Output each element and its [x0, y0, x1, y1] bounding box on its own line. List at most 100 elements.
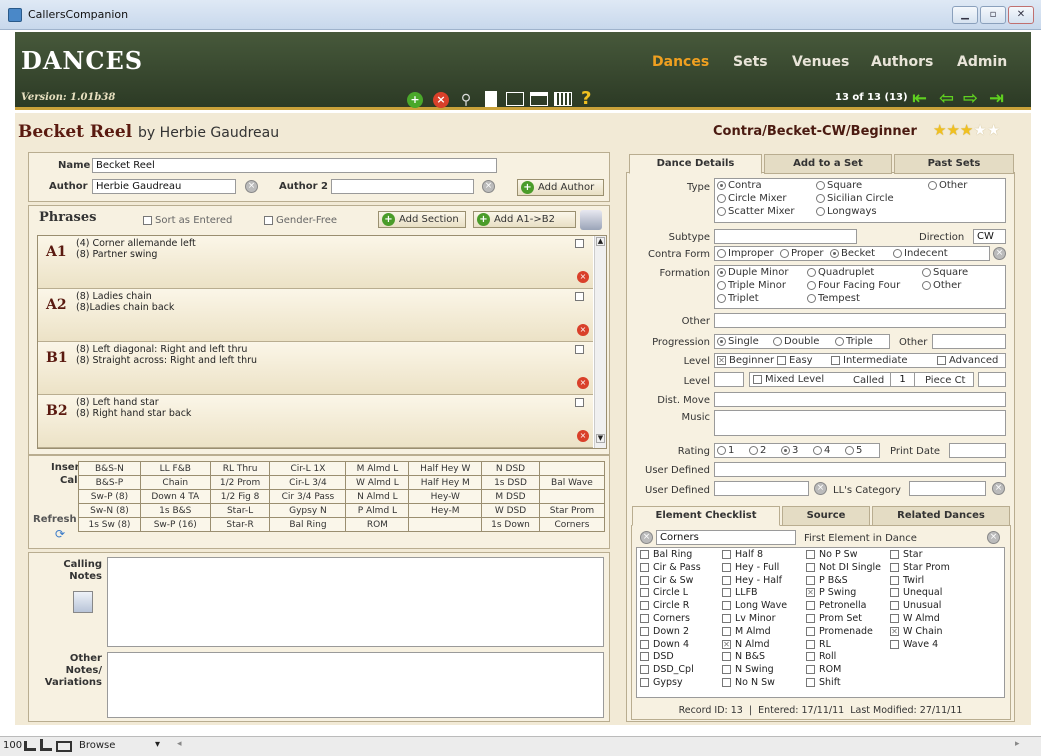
- element-checkbox[interactable]: Unequal: [890, 587, 942, 599]
- clear-corners-icon[interactable]: ×: [640, 531, 653, 544]
- formation-option[interactable]: Other: [922, 280, 961, 291]
- type-option[interactable]: Sicilian Circle: [816, 193, 894, 204]
- clear-first-element-icon[interactable]: ×: [987, 531, 1000, 544]
- element-checkbox[interactable]: No P Sw: [806, 549, 858, 561]
- called-field[interactable]: 1: [890, 372, 915, 387]
- call-cell[interactable]: P Almd L: [345, 503, 410, 518]
- level-option[interactable]: Intermediate: [831, 355, 908, 366]
- progression-option[interactable]: Triple: [835, 336, 873, 347]
- maximize-button[interactable]: ▫: [980, 6, 1006, 24]
- dist-move-field[interactable]: [714, 392, 1006, 407]
- element-checkbox[interactable]: M Almd: [722, 626, 771, 638]
- element-checkbox[interactable]: ✕ W Chain: [890, 626, 943, 638]
- clear-author2-icon[interactable]: ×: [482, 180, 495, 193]
- progression-other-field[interactable]: [932, 334, 1006, 349]
- call-cell[interactable]: Half Hey M: [408, 475, 483, 490]
- tab-dance-details[interactable]: Dance Details: [629, 154, 762, 174]
- formation-option[interactable]: Duple Minor: [717, 267, 788, 278]
- formation-option[interactable]: Triple Minor: [717, 280, 786, 291]
- calling-notes-field[interactable]: [107, 557, 604, 647]
- element-checkbox[interactable]: Long Wave: [722, 600, 787, 612]
- refresh-label[interactable]: Refresh: [33, 514, 77, 525]
- tab-add-to-set[interactable]: Add to a Set: [764, 154, 892, 174]
- phrase-checkbox[interactable]: [575, 398, 584, 407]
- contra-form-option[interactable]: Improper: [717, 248, 774, 259]
- type-option[interactable]: Scatter Mixer: [717, 206, 795, 217]
- element-checkbox[interactable]: Shift: [806, 677, 841, 689]
- progression-option[interactable]: Single: [717, 336, 759, 347]
- print-date-field[interactable]: [949, 443, 1006, 458]
- mode-selector[interactable]: Browse: [79, 740, 115, 751]
- music-field[interactable]: [714, 410, 1006, 436]
- call-cell[interactable]: 1s Sw (8): [78, 517, 141, 532]
- delete-phrase-icon[interactable]: ×: [577, 430, 589, 442]
- level-option[interactable]: ✕ Beginner: [717, 355, 774, 366]
- tab-related-dances[interactable]: Related Dances: [872, 506, 1010, 526]
- rating-option[interactable]: 1: [717, 445, 734, 456]
- refresh-icon[interactable]: ⟳: [55, 527, 65, 541]
- element-checkbox[interactable]: Corners: [640, 613, 690, 625]
- tab-element-checklist[interactable]: Element Checklist: [632, 506, 780, 526]
- nav-venues[interactable]: Venues: [792, 54, 849, 70]
- element-checkbox[interactable]: Down 2: [640, 626, 689, 638]
- element-checkbox[interactable]: N B&S: [722, 651, 765, 663]
- contra-form-option[interactable]: Proper: [780, 248, 823, 259]
- call-cell[interactable]: Gypsy N: [269, 503, 347, 518]
- search-icon[interactable]: ⚲: [458, 92, 474, 108]
- element-checkbox[interactable]: Gypsy: [640, 677, 683, 689]
- type-option[interactable]: Longways: [816, 206, 877, 217]
- nav-sets[interactable]: Sets: [733, 54, 768, 70]
- call-cell[interactable]: Bal Wave: [538, 475, 606, 490]
- type-option[interactable]: Square: [816, 180, 862, 191]
- element-checkbox[interactable]: Hey - Half: [722, 575, 782, 587]
- element-checkbox[interactable]: W Almd: [890, 613, 940, 625]
- type-option[interactable]: Contra: [717, 180, 762, 191]
- formation-option[interactable]: Triplet: [717, 293, 759, 304]
- call-cell[interactable]: Half Hey W: [408, 461, 483, 476]
- add-section-button[interactable]: + Add Section: [378, 211, 466, 228]
- type-option[interactable]: Other: [928, 180, 967, 191]
- call-cell[interactable]: N DSD: [481, 461, 540, 476]
- formation-option[interactable]: Four Facing Four: [807, 280, 900, 291]
- call-cell[interactable]: Cir-L 1X: [269, 461, 347, 476]
- rating-option[interactable]: 2: [749, 445, 766, 456]
- call-cell[interactable]: Hey-W: [408, 489, 483, 504]
- call-cell[interactable]: 1s Down: [481, 517, 540, 532]
- element-checkbox[interactable]: Cir & Pass: [640, 562, 701, 574]
- phrase-text[interactable]: (8) Left hand star (8) Right hand star ba…: [76, 397, 191, 419]
- first-record-icon[interactable]: ⇤: [912, 88, 927, 109]
- call-cell[interactable]: Star-R: [209, 517, 271, 532]
- nav-dances[interactable]: Dances: [652, 54, 709, 70]
- author2-field[interactable]: [331, 179, 474, 194]
- call-cell[interactable]: Sw-P (8): [78, 489, 141, 504]
- call-cell[interactable]: M DSD: [481, 489, 540, 504]
- delete-phrase-icon[interactable]: ×: [577, 271, 589, 283]
- add-record-icon[interactable]: +: [407, 92, 423, 108]
- call-cell[interactable]: 1/2 Fig 8: [209, 489, 271, 504]
- print-icon[interactable]: [580, 210, 602, 230]
- table-view-icon[interactable]: [554, 92, 572, 106]
- level-option[interactable]: Easy: [777, 355, 813, 366]
- scroll-down-icon[interactable]: ▼: [596, 434, 605, 443]
- call-cell[interactable]: M Almd L: [345, 461, 410, 476]
- element-checkbox[interactable]: LLFB: [722, 587, 758, 599]
- call-cell[interactable]: Star-L: [209, 503, 271, 518]
- call-cell[interactable]: Star Prom: [538, 503, 606, 518]
- level-option[interactable]: Advanced: [937, 355, 998, 366]
- prev-record-icon[interactable]: ⇦: [939, 88, 954, 109]
- phrases-scrollbar[interactable]: ▲ ▼: [594, 236, 606, 448]
- element-checkbox[interactable]: Hey - Full: [722, 562, 779, 574]
- element-checkbox[interactable]: DSD: [640, 651, 674, 663]
- status-toolbar-icon[interactable]: [56, 741, 72, 752]
- scroll-right-icon[interactable]: ▸: [1015, 739, 1020, 749]
- element-checkbox[interactable]: Half 8: [722, 549, 763, 561]
- clear-contra-form-icon[interactable]: ×: [993, 247, 1006, 260]
- call-cell[interactable]: Corners: [538, 517, 606, 532]
- other-notes-field[interactable]: [107, 652, 604, 718]
- close-window-button[interactable]: ✕: [1008, 6, 1034, 24]
- element-checkbox[interactable]: Not DI Single: [806, 562, 881, 574]
- call-cell[interactable]: W Almd L: [345, 475, 410, 490]
- call-cell[interactable]: Cir 3/4 Pass: [269, 489, 347, 504]
- call-cell[interactable]: Bal Ring: [269, 517, 347, 532]
- piece-count-field[interactable]: [978, 372, 1006, 387]
